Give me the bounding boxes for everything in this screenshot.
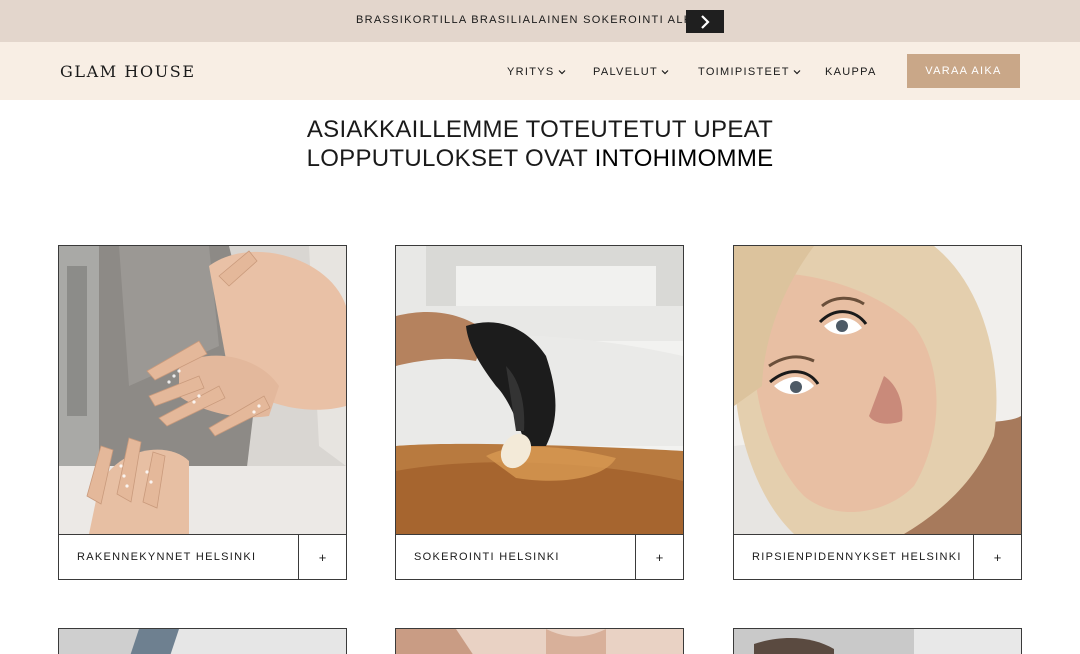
card-label-row: RAKENNEKYNNET HELSINKI + [59,534,346,580]
promo-text: BRASSIKORTILLA BRASILIALAINEN SOKEROINTI… [356,14,724,26]
nav-item-palvelut[interactable]: PALVELUT [593,66,669,78]
expand-button[interactable]: + [298,535,346,580]
service-card-lashes[interactable]: RIPSIENPIDENNYKSET HELSINKI + [733,245,1022,580]
promo-bar: BRASSIKORTILLA BRASILIALAINEN SOKEROINTI… [0,0,1080,42]
card-title[interactable]: RIPSIENPIDENNYKSET HELSINKI [752,551,962,563]
logo[interactable]: GLAM HOUSE [60,62,196,81]
expand-button[interactable]: + [973,535,1021,580]
card-title[interactable]: SOKEROINTI HELSINKI [414,551,560,563]
chevron-down-icon [793,70,801,75]
headline-line-2: LOPPUTULOKSET OVAT INTOHIMOMME [0,144,1080,173]
headline-emphasis: INTOHIMOMME [594,145,774,172]
service-card-partial-1[interactable] [58,628,347,654]
page-headline: ASIAKKAILLEMME TOTEUTETUT UPEAT LOPPUTUL… [0,115,1080,173]
chevron-right-icon [701,14,710,29]
book-appointment-button[interactable]: VARAA AIKA [907,54,1020,88]
nav-item-label: PALVELUT [593,66,659,78]
nails-photo [59,246,346,534]
nav-item-label: YRITYS [507,66,555,78]
headline-line-1: ASIAKKAILLEMME TOTEUTETUT UPEAT [306,116,774,143]
card-title[interactable]: RAKENNEKYNNET HELSINKI [77,551,256,563]
nav-item-yritys[interactable]: YRITYS [507,66,566,78]
expand-button[interactable]: + [635,535,683,580]
headline-line-2-text: LOPPUTULOKSET OVAT [306,145,595,172]
chevron-down-icon [661,70,669,75]
nav-item-label: TOIMIPISTEET [698,66,790,78]
service-card-partial-2[interactable] [395,628,684,654]
lashes-photo [734,246,1021,534]
service-card-sugaring[interactable]: SOKEROINTI HELSINKI + [395,245,684,580]
card-label-row: RIPSIENPIDENNYKSET HELSINKI + [734,534,1021,580]
nav-item-kauppa[interactable]: KAUPPA [825,66,877,78]
sugaring-photo [396,246,683,534]
service-card-partial-3[interactable] [733,628,1022,654]
nav-item-toimipisteet[interactable]: TOIMIPISTEET [698,66,801,78]
chevron-down-icon [558,70,565,75]
main-navbar: GLAM HOUSE YRITYS PALVELUT TOIMIPISTEET … [0,42,1080,100]
service-card-nails[interactable]: RAKENNEKYNNET HELSINKI + [58,245,347,580]
card-label-row: SOKEROINTI HELSINKI + [396,534,683,580]
nav-item-label: KAUPPA [825,66,877,78]
promo-next-button[interactable] [686,10,724,33]
